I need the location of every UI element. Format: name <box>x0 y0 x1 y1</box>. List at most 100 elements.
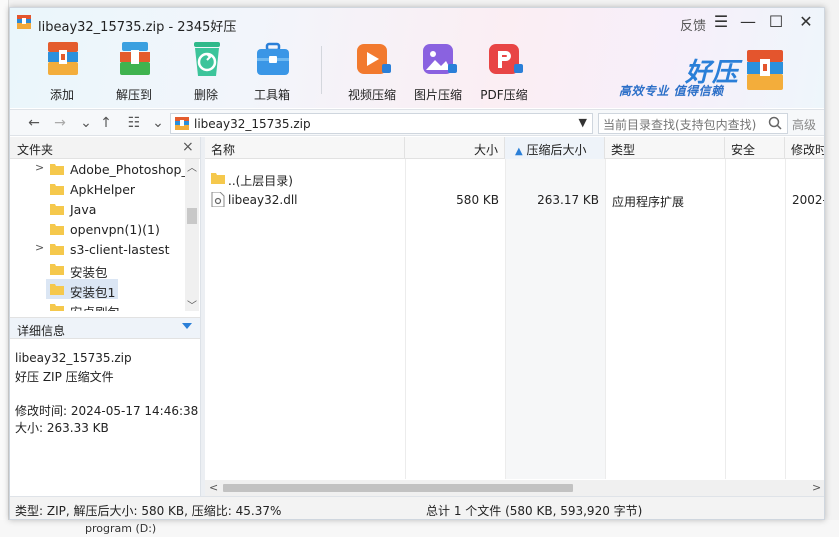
toolbox-icon <box>257 42 289 75</box>
scroll-up-icon[interactable]: ︿ <box>187 159 197 174</box>
details-modified: 修改时间: 2024-05-17 14:46:38 <box>15 404 199 418</box>
scroll-thumb[interactable] <box>187 208 197 224</box>
details-header[interactable]: 详细信息 <box>10 317 200 339</box>
table-row-parent[interactable]: ..(上层目录) <box>205 169 824 190</box>
brand-logo-icon <box>747 50 783 90</box>
tree-item[interactable]: openvpn(1)(1) <box>10 219 185 239</box>
file-list: 名称 大小 ▲ 压缩后大小 类型 安全 修改时 ..(上层目录) libeay3… <box>205 137 825 496</box>
collapse-triangle-icon[interactable] <box>182 323 192 329</box>
video-compress-icon <box>357 44 391 74</box>
tree-item[interactable]: Java <box>10 199 185 219</box>
tree-item[interactable]: > Adobe_Photoshop_ <box>10 159 188 179</box>
forward-arrow-icon[interactable]: → <box>50 113 70 133</box>
column-header-row: 名称 大小 ▲ 压缩后大小 类型 安全 修改时 <box>205 137 824 159</box>
scroll-down-icon[interactable]: ﹀ <box>187 297 197 312</box>
pdf-compress-button[interactable]: PDF压缩 <box>472 40 536 102</box>
extract-label: 解压到 <box>115 88 152 102</box>
tree-item-label: ApkHelper <box>70 182 136 197</box>
folder-icon <box>50 184 64 195</box>
column-header-modified[interactable]: 修改时 <box>785 137 824 159</box>
advanced-search-button[interactable]: 高级 <box>792 116 816 133</box>
folder-tree-header: 文件夹 × <box>10 137 200 159</box>
table-row[interactable]: libeay32.dll 580 KB 263.17 KB 应用程序扩展 200… <box>205 190 825 211</box>
column-header-type[interactable]: 类型 <box>605 137 725 159</box>
tree-item-selected[interactable]: 安装包1 <box>10 279 185 300</box>
close-icon[interactable]: ✕ <box>795 12 817 32</box>
desktop-bottom-strip: program (D:) <box>0 520 839 537</box>
video-compress-button[interactable]: 视频压缩 <box>340 40 404 102</box>
scroll-thumb[interactable] <box>223 484 573 492</box>
status-total-info: 总计 1 个文件 (580 KB, 593,920 字节) <box>426 504 643 518</box>
horizontal-scrollbar[interactable]: < > <box>205 480 824 496</box>
details-filetype: 好压 ZIP 压缩文件 <box>15 370 114 384</box>
view-mode-icon[interactable]: ☷ <box>124 113 144 133</box>
tree-item-label: Adobe_Photoshop_ <box>70 162 188 177</box>
folder-icon <box>50 204 64 215</box>
folder-icon <box>50 164 64 175</box>
folder-icon <box>50 244 64 255</box>
title-bar: libeay32_15735.zip - 2345好压 反馈 ☰ — ☐ ✕ <box>10 8 824 36</box>
row-packed-size: 263.17 KB <box>537 193 599 207</box>
delete-label: 删除 <box>193 88 218 102</box>
column-header-packed-label: 压缩后大小 <box>526 143 587 157</box>
column-header-security[interactable]: 安全 <box>725 137 785 159</box>
window-title: libeay32_15735.zip - 2345好压 <box>38 20 237 35</box>
scroll-left-icon[interactable]: < <box>209 481 218 494</box>
status-bar: 类型: ZIP, 解压后大小: 580 KB, 压缩比: 45.37% 总计 1… <box>10 496 824 519</box>
tree-scrollbar[interactable]: ︿ ﹀ <box>185 159 199 312</box>
header: libeay32_15735.zip - 2345好压 反馈 ☰ — ☐ ✕ 添… <box>10 8 824 108</box>
recycle-icon <box>194 42 220 76</box>
hamburger-icon[interactable]: ☰ <box>710 12 732 32</box>
column-header-packed[interactable]: ▲ 压缩后大小 <box>505 137 605 159</box>
column-header-size[interactable]: 大小 <box>405 137 505 159</box>
folder-icon <box>211 173 225 184</box>
details-filename: libeay32_15735.zip <box>15 351 132 365</box>
row-type: 应用程序扩展 <box>612 195 685 209</box>
delete-button[interactable]: 删除 <box>174 40 238 102</box>
folder-icon <box>50 224 64 235</box>
scroll-right-icon[interactable]: > <box>812 481 821 494</box>
path-dropdown-icon[interactable]: ▼ <box>579 116 587 129</box>
expand-arrow-icon[interactable]: > <box>35 161 44 174</box>
tree-item[interactable]: ApkHelper <box>10 179 185 199</box>
toolbox-button[interactable]: 工具箱 <box>240 40 304 102</box>
row-name: libeay32.dll <box>228 193 298 207</box>
tree-item-label: s3-client-lastest <box>70 242 170 257</box>
search-icon[interactable] <box>768 116 782 130</box>
minimize-icon[interactable]: — <box>737 12 759 32</box>
maximize-icon[interactable]: ☐ <box>765 12 787 32</box>
row-size: 580 KB <box>456 193 499 207</box>
image-compress-label: 图片压缩 <box>413 88 462 102</box>
zip-file-icon <box>175 117 189 130</box>
pdf-compress-label: PDF压缩 <box>480 88 528 102</box>
sort-ascending-icon: ▲ <box>515 146 523 157</box>
dll-file-icon <box>211 192 225 207</box>
extract-icon <box>120 42 150 75</box>
add-button[interactable]: 添加 <box>30 40 94 102</box>
up-arrow-icon[interactable]: ↑ <box>96 113 116 133</box>
extract-button[interactable]: 解压到 <box>102 40 166 102</box>
row-name: ..(上层目录) <box>228 174 293 188</box>
tree-item[interactable]: 安卓刷包 <box>10 299 185 311</box>
back-arrow-icon[interactable]: ← <box>24 113 44 133</box>
toolbar-separator <box>321 46 322 94</box>
feedback-link[interactable]: 反馈 <box>680 15 706 34</box>
desktop-left-strip <box>0 0 9 537</box>
image-compress-button[interactable]: 图片压缩 <box>406 40 470 102</box>
close-icon[interactable]: × <box>182 139 194 155</box>
path-bar[interactable]: libeay32_15735.zip ▼ <box>170 113 593 134</box>
folder-icon <box>50 284 64 295</box>
tree-item-label: openvpn(1)(1) <box>70 222 160 237</box>
tree-item[interactable]: > s3-client-lastest <box>10 239 185 259</box>
tree-item[interactable]: 安装包 <box>10 259 185 280</box>
status-archive-info: 类型: ZIP, 解压后大小: 580 KB, 压缩比: 45.37% <box>15 504 282 518</box>
search-input[interactable] <box>598 113 788 134</box>
haozip-window: libeay32_15735.zip - 2345好压 反馈 ☰ — ☐ ✕ 添… <box>9 7 825 520</box>
pdf-compress-icon <box>489 44 523 74</box>
chevron-down-icon[interactable]: ⌄ <box>76 113 96 133</box>
view-dropdown-icon[interactable]: ⌄ <box>148 113 168 133</box>
row-modified: 2002- <box>792 193 825 207</box>
column-header-name[interactable]: 名称 <box>205 137 405 159</box>
folder-tree-title: 文件夹 <box>17 143 54 157</box>
expand-arrow-icon[interactable]: > <box>35 241 44 254</box>
